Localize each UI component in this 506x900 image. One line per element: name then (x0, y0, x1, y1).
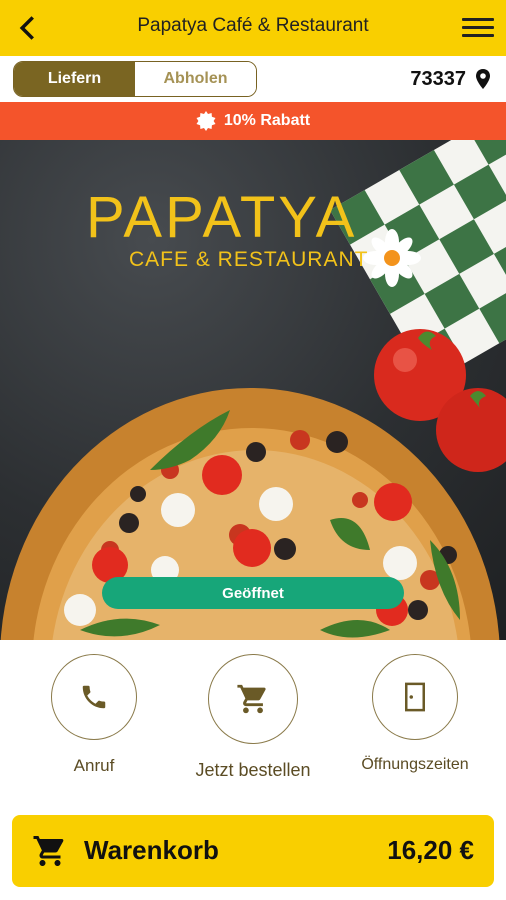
discount-banner[interactable]: 10% Rabatt (0, 102, 506, 140)
call-label: Anruf (73, 756, 115, 775)
app-header: Papatya Café & Restaurant (0, 0, 506, 56)
page-title: Papatya Café & Restaurant (137, 15, 369, 36)
order-now-label: Jetzt bestellen (195, 760, 311, 780)
opening-hours-label: Öffnungszeiten (361, 756, 469, 773)
cart-label: Warenkorb (84, 835, 219, 865)
cart-button[interactable]: Warenkorb 16,20 € (12, 815, 494, 887)
quick-actions: Anruf Jetzt bestellen Öffnungszeiten (0, 640, 506, 805)
hamburger-menu-icon[interactable] (460, 13, 496, 43)
location-pin-icon[interactable] (474, 68, 492, 90)
opening-hours-button[interactable] (372, 654, 458, 740)
order-mode-toggle: Liefern Abholen (13, 61, 257, 97)
order-mode-bar: Liefern Abholen 73337 (0, 56, 506, 102)
shopping-cart-icon (33, 836, 64, 866)
phone-icon (82, 685, 106, 709)
hero-image: PAPATYA CAFE & RESTAURANT Geöffnet (0, 140, 506, 640)
back-arrow-icon[interactable] (14, 14, 42, 42)
discount-badge-icon (196, 111, 216, 131)
order-now-button[interactable] (208, 654, 298, 744)
door-icon (405, 682, 425, 712)
postal-code[interactable]: 73337 (410, 68, 466, 91)
deliver-tab[interactable]: Liefern (14, 62, 135, 96)
discount-text: 10% Rabatt (223, 112, 311, 129)
open-status-badge: Geöffnet (102, 577, 404, 609)
call-action[interactable]: Anruf (50, 654, 138, 776)
cart-icon (237, 684, 266, 714)
brand-logo-text: PAPATYA (86, 185, 358, 250)
cart-total: 16,20 € (387, 835, 474, 865)
call-button[interactable] (51, 654, 137, 740)
order-action[interactable]: Jetzt bestellen (188, 654, 318, 781)
pickup-tab[interactable]: Abholen (135, 62, 256, 96)
hours-action[interactable]: Öffnungszeiten (355, 654, 475, 774)
brand-subtitle: CAFE & RESTAURANT (129, 248, 369, 271)
